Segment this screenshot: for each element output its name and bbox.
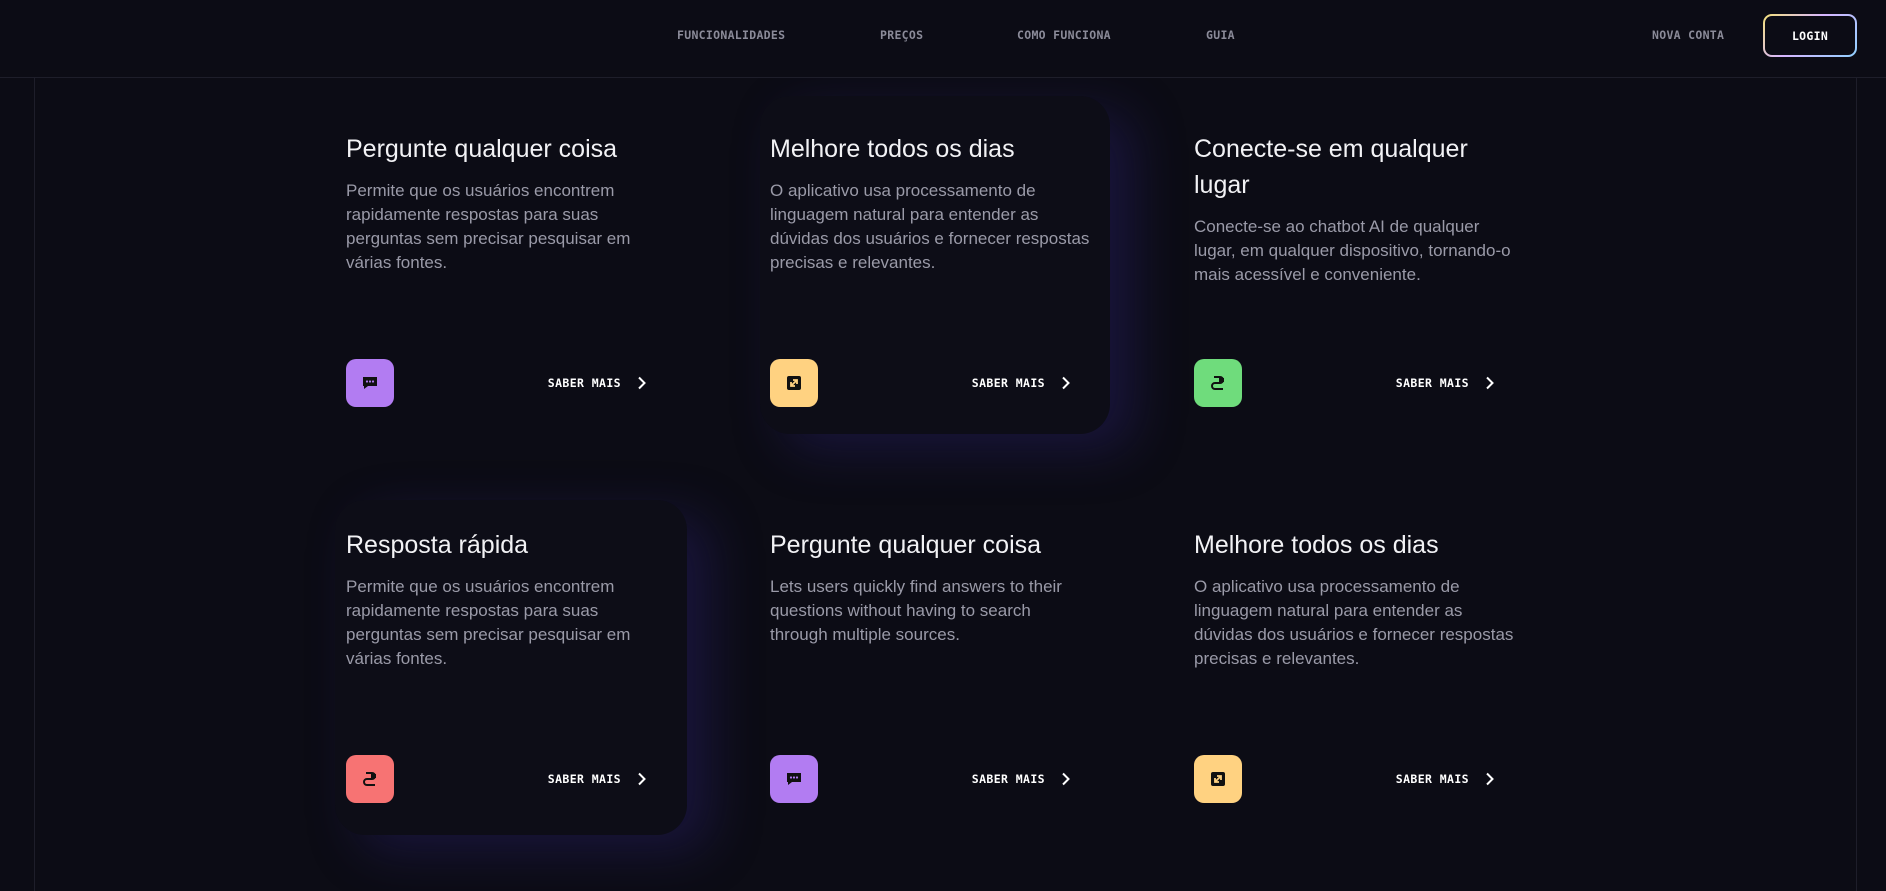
nav-link-precos[interactable]: PREÇOS [880, 28, 923, 42]
chat-icon [770, 755, 818, 803]
new-account-link[interactable]: NOVA CONTA [1652, 28, 1724, 42]
nav-links: FUNCIONALIDADES PREÇOS COMO FUNCIONA GUI… [0, 0, 1886, 70]
expand-icon [1194, 755, 1242, 803]
feature-card: Melhore todos os dias O aplicativo usa p… [1194, 527, 1514, 671]
learn-more-label: SABER MAIS [547, 376, 621, 390]
card-title: Resposta rápida [346, 531, 529, 559]
feature-card: Conecte-se em qualquer lugar Conecte-se … [1194, 131, 1514, 287]
card-title: Melhore todos os dias [1194, 531, 1439, 559]
chevron-right-icon [638, 376, 646, 390]
login-button[interactable]: LOGIN [1763, 14, 1857, 57]
card-title: Melhore todos os dias [770, 135, 1015, 163]
learn-more-label: SABER MAIS [1395, 376, 1469, 390]
learn-more-label: SABER MAIS [971, 376, 1045, 390]
expand-icon [770, 359, 818, 407]
card-footer: SABER MAIS [346, 755, 649, 803]
learn-more-label: SABER MAIS [1395, 772, 1469, 786]
card-footer: SABER MAIS [770, 359, 1073, 407]
learn-more-link[interactable]: SABER MAIS [972, 755, 1073, 803]
learn-more-link[interactable]: SABER MAIS [548, 359, 649, 407]
left-frame-line [34, 78, 35, 891]
card-footer: SABER MAIS [1194, 755, 1497, 803]
chat-icon [346, 359, 394, 407]
card-description: O aplicativo usa processamento de lingua… [770, 181, 1090, 272]
card-footer: SABER MAIS [1194, 359, 1497, 407]
chevron-right-icon [1486, 376, 1494, 390]
card-title: Conecte-se em qualquer lugar [1194, 135, 1468, 199]
card-description: O aplicativo usa processamento de lingua… [1194, 577, 1514, 668]
learn-more-link[interactable]: SABER MAIS [1396, 359, 1497, 407]
card-title: Pergunte qualquer coisa [346, 135, 618, 163]
learn-more-label: SABER MAIS [547, 772, 621, 786]
nav-link-guia[interactable]: GUIA [1206, 28, 1235, 42]
learn-more-link[interactable]: SABER MAIS [1396, 755, 1497, 803]
card-title: Pergunte qualquer coisa [770, 531, 1042, 559]
feature-card: Pergunte qualquer coisa Permite que os u… [346, 131, 666, 275]
feature-card: Resposta rápida Permite que os usuários … [346, 527, 666, 671]
card-description: Conecte-se ao chatbot AI de qualquer lug… [1194, 217, 1511, 284]
chevron-right-icon [638, 772, 646, 786]
login-button-label: LOGIN [1765, 16, 1855, 55]
top-navbar: FUNCIONALIDADES PREÇOS COMO FUNCIONA GUI… [0, 0, 1886, 78]
feature-card: Pergunte qualquer coisa Lets users quick… [770, 527, 1090, 647]
card-description: Lets users quickly find answers to their… [770, 577, 1062, 644]
plug-icon [346, 755, 394, 803]
chevron-right-icon [1062, 772, 1070, 786]
chevron-right-icon [1486, 772, 1494, 786]
card-footer: SABER MAIS [346, 359, 649, 407]
card-description: Permite que os usuários encontrem rapida… [346, 181, 631, 272]
nav-link-funcionalidades[interactable]: FUNCIONALIDADES [677, 28, 785, 42]
plug-icon [1194, 359, 1242, 407]
card-description: Permite que os usuários encontrem rapida… [346, 577, 631, 668]
feature-card: Melhore todos os dias O aplicativo usa p… [770, 131, 1090, 275]
learn-more-label: SABER MAIS [971, 772, 1045, 786]
learn-more-link[interactable]: SABER MAIS [972, 359, 1073, 407]
chevron-right-icon [1062, 376, 1070, 390]
nav-link-como-funciona[interactable]: COMO FUNCIONA [1017, 28, 1111, 42]
card-footer: SABER MAIS [770, 755, 1073, 803]
right-frame-line [1856, 78, 1857, 891]
learn-more-link[interactable]: SABER MAIS [548, 755, 649, 803]
